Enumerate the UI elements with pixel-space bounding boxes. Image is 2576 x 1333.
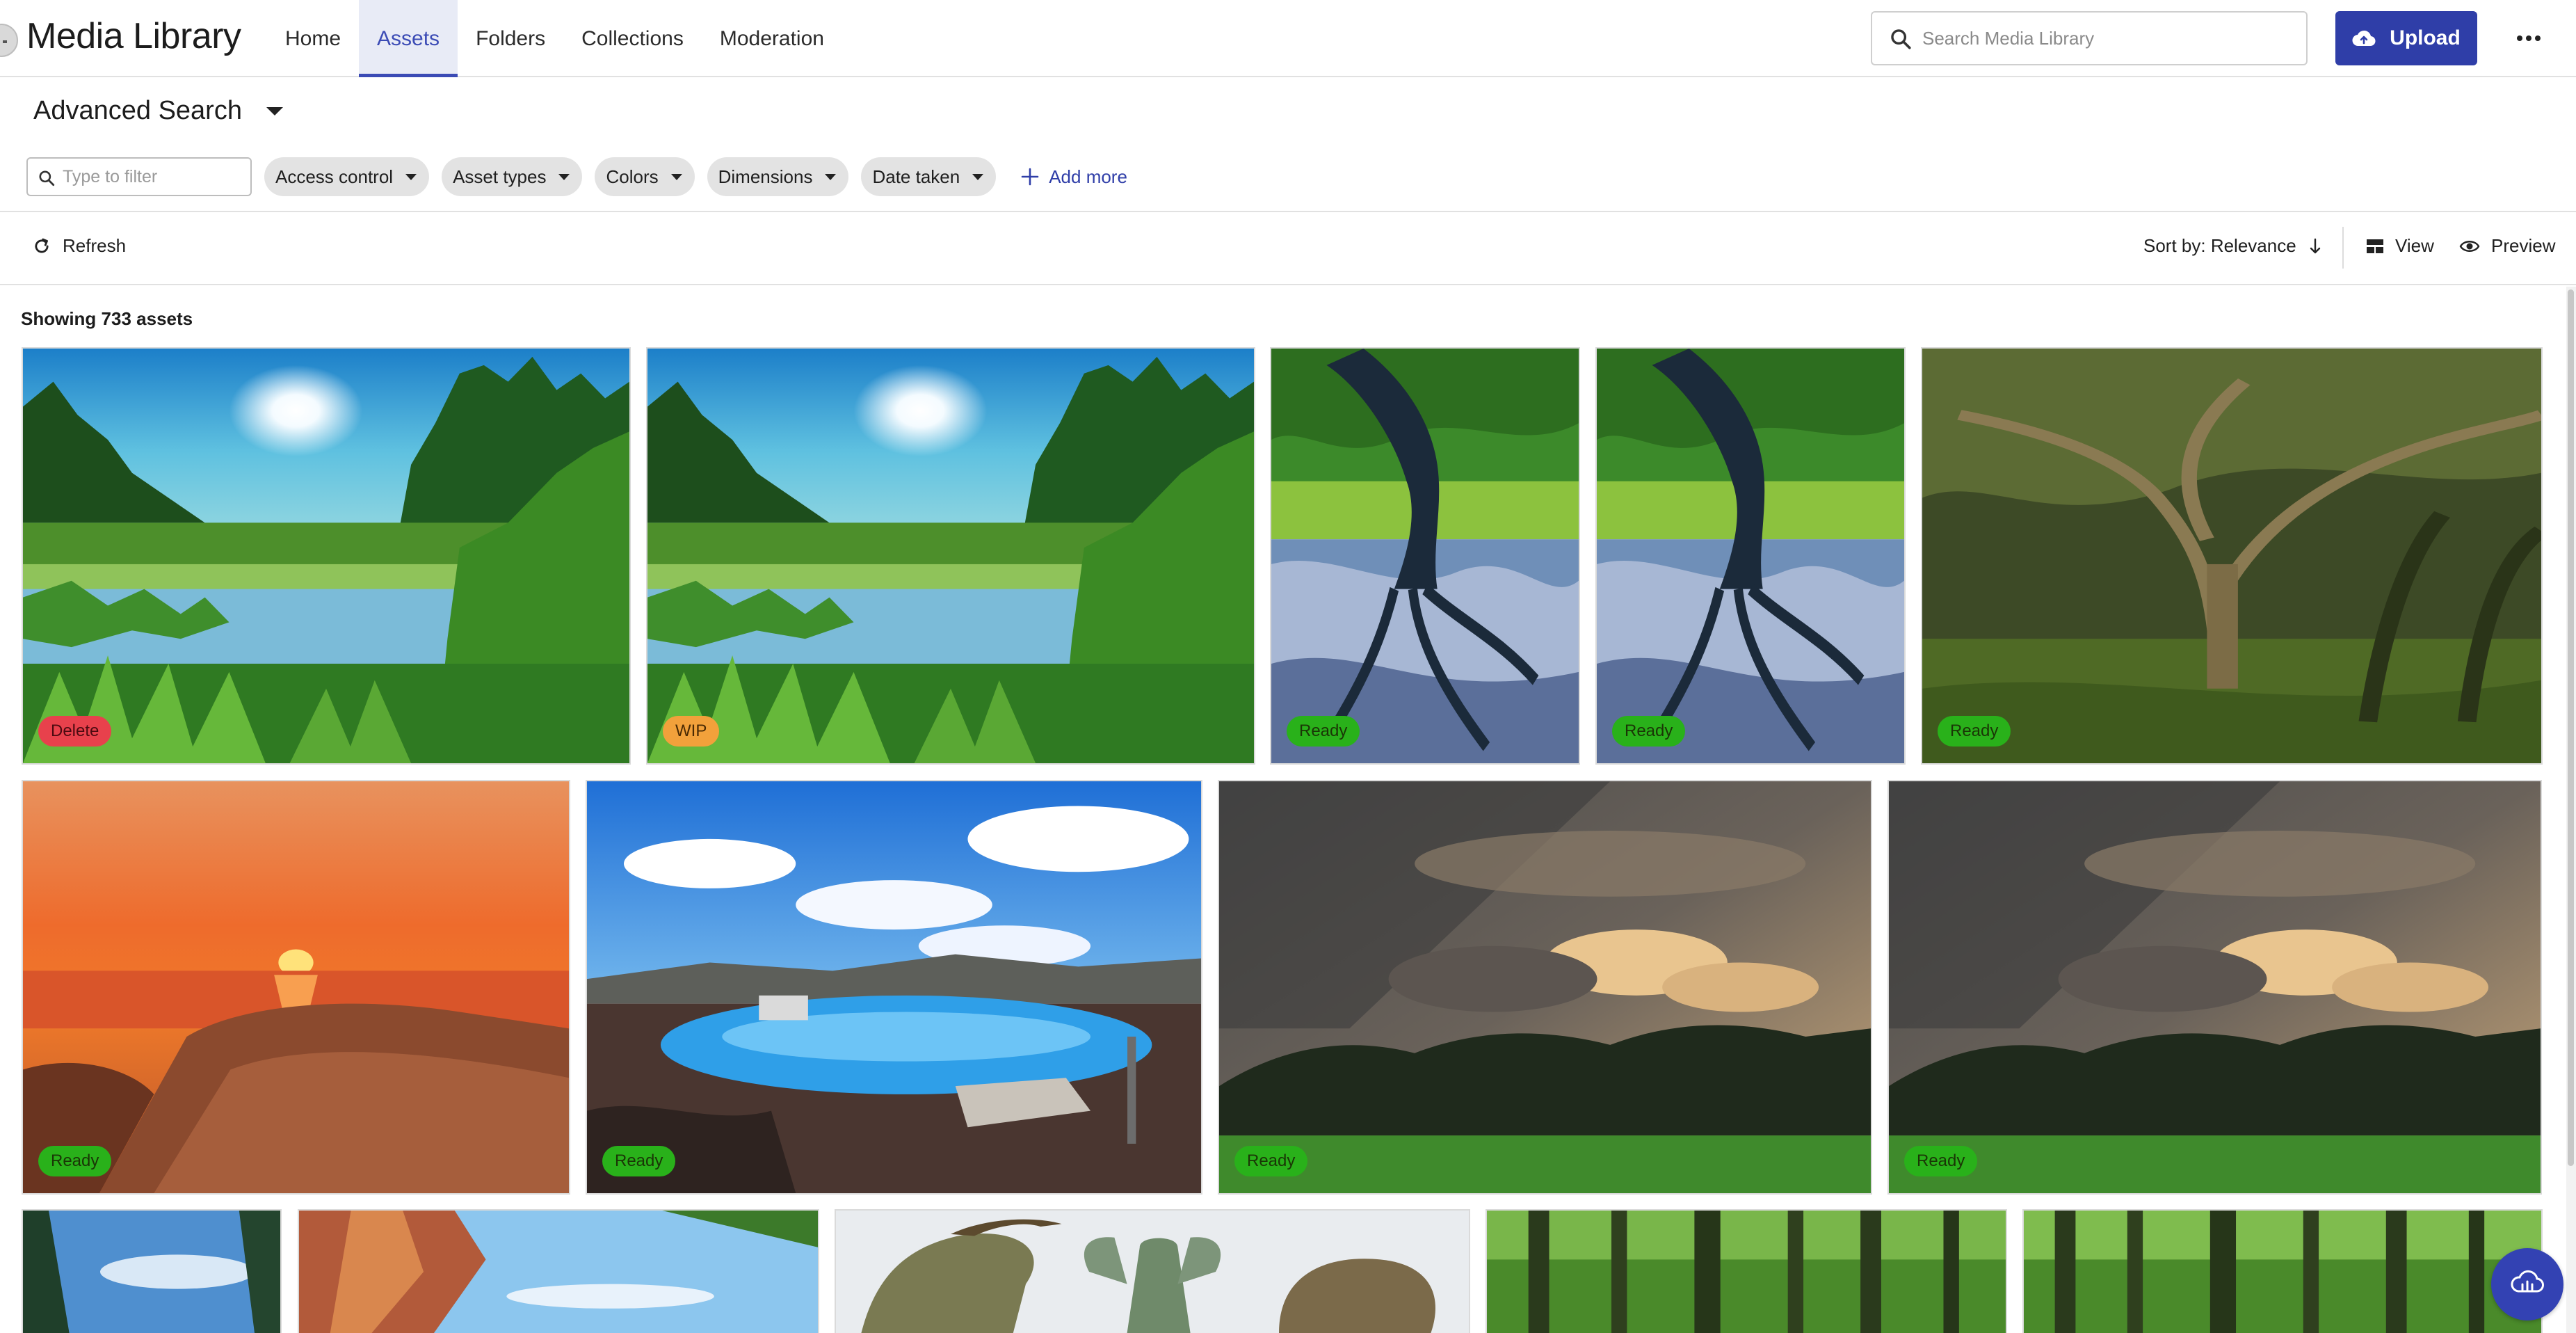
asset-tile[interactable]: Ready	[586, 780, 1202, 1195]
filter-chip-access-control[interactable]: Access control	[264, 157, 430, 196]
upload-label: Upload	[2390, 26, 2461, 49]
caret-down-icon	[266, 106, 284, 116]
caret-down-icon	[405, 173, 417, 180]
help-assistant-button[interactable]	[2491, 1248, 2563, 1320]
view-label: View	[2395, 235, 2434, 256]
caret-down-icon	[972, 173, 984, 180]
filter-chip-asset-types[interactable]: Asset types	[442, 157, 583, 196]
advanced-search-title: Advanced Search	[33, 96, 242, 125]
toolbar-separator	[2342, 227, 2344, 269]
asset-tile[interactable]: Ready	[1887, 780, 2542, 1195]
filter-input[interactable]	[63, 160, 243, 193]
caret-down-icon	[670, 173, 682, 180]
asset-tile[interactable]	[1486, 1209, 2007, 1333]
asset-tile[interactable]: Delete	[22, 347, 631, 765]
asset-tile[interactable]: Ready	[1270, 347, 1580, 765]
status-badge: Ready	[1612, 716, 1686, 747]
asset-tile[interactable]: WIP	[646, 347, 1255, 765]
filter-chip-colors[interactable]: Colors	[595, 157, 695, 196]
cloud-upload-icon	[2352, 29, 2376, 47]
search-icon	[1889, 27, 1913, 54]
sort-dropdown[interactable]: Sort by: Relevance	[2143, 235, 2321, 257]
status-badge: Ready	[1904, 1146, 1978, 1176]
tab-collections[interactable]: Collections	[563, 0, 702, 77]
add-more-filters-button[interactable]: Add more	[1021, 166, 1127, 188]
advanced-search-toggle[interactable]: Advanced Search	[33, 96, 284, 126]
status-badge: Ready	[38, 1146, 112, 1176]
refresh-button[interactable]: Refresh	[32, 235, 126, 257]
filter-chip-dimensions[interactable]: Dimensions	[707, 157, 849, 196]
asset-tile[interactable]	[298, 1209, 819, 1333]
divider	[0, 211, 2576, 212]
asset-tile[interactable]	[835, 1209, 1470, 1333]
tab-home[interactable]: Home	[267, 0, 359, 77]
upload-button[interactable]: Upload	[2335, 11, 2477, 65]
status-badge: Ready	[1938, 716, 2011, 747]
grid-view-icon	[2366, 239, 2384, 254]
refresh-label: Refresh	[63, 235, 127, 256]
status-badge: Ready	[1234, 1146, 1308, 1176]
filter-chip-date-taken[interactable]: Date taken	[861, 157, 997, 196]
more-options-button[interactable]	[2509, 24, 2548, 54]
asset-tile[interactable]: Ready	[1218, 780, 1872, 1195]
asset-tile[interactable]: Ready	[1595, 347, 1906, 765]
status-badge: Delete	[38, 716, 112, 747]
chip-label: Access control	[275, 166, 394, 187]
asset-tile[interactable]: Ready	[1921, 347, 2543, 765]
arrow-down-icon	[2309, 238, 2321, 255]
more-horizontal-icon	[2516, 33, 2541, 45]
scrollbar-thumb[interactable]	[2568, 289, 2574, 1166]
asset-tile[interactable]: Ready	[22, 780, 570, 1195]
sort-label: Sort by: Relevance	[2143, 235, 2296, 256]
chip-label: Date taken	[872, 166, 960, 187]
main-nav: Home Assets Folders Collections Moderati…	[267, 0, 842, 77]
filter-box	[26, 157, 252, 196]
view-button[interactable]: View	[2366, 235, 2434, 257]
refresh-icon	[32, 237, 51, 256]
eye-icon	[2459, 239, 2480, 254]
app-title: Media Library	[26, 16, 241, 56]
tab-moderation[interactable]: Moderation	[702, 0, 842, 77]
status-badge: WIP	[663, 716, 720, 747]
preview-label: Preview	[2491, 235, 2556, 256]
tab-assets[interactable]: Assets	[359, 0, 458, 77]
chip-label: Colors	[606, 166, 659, 187]
tab-folders[interactable]: Folders	[458, 0, 563, 77]
filter-bar: Access control Asset types Colors Dimens…	[26, 157, 1127, 196]
asset-tile[interactable]	[2022, 1209, 2543, 1333]
preview-button[interactable]: Preview	[2459, 235, 2555, 257]
chip-label: Dimensions	[718, 166, 813, 187]
divider	[0, 284, 2576, 285]
search-input[interactable]	[1922, 14, 2298, 63]
caret-down-icon	[558, 173, 570, 180]
collapse-sidebar-button[interactable]	[0, 24, 18, 57]
asset-tile[interactable]	[22, 1209, 282, 1333]
search-icon	[38, 169, 56, 191]
status-badge: Ready	[602, 1146, 676, 1176]
caret-down-icon	[825, 173, 837, 180]
search-box	[1871, 11, 2308, 65]
status-badge: Ready	[1287, 716, 1360, 747]
plus-icon	[1021, 168, 1039, 186]
app-header: Media Library Home Assets Folders Collec…	[0, 0, 2576, 77]
add-more-label: Add more	[1049, 166, 1127, 187]
cloud-assistant-icon	[2510, 1269, 2545, 1300]
chip-label: Asset types	[453, 166, 547, 187]
results-count: Showing 733 assets	[21, 308, 193, 329]
